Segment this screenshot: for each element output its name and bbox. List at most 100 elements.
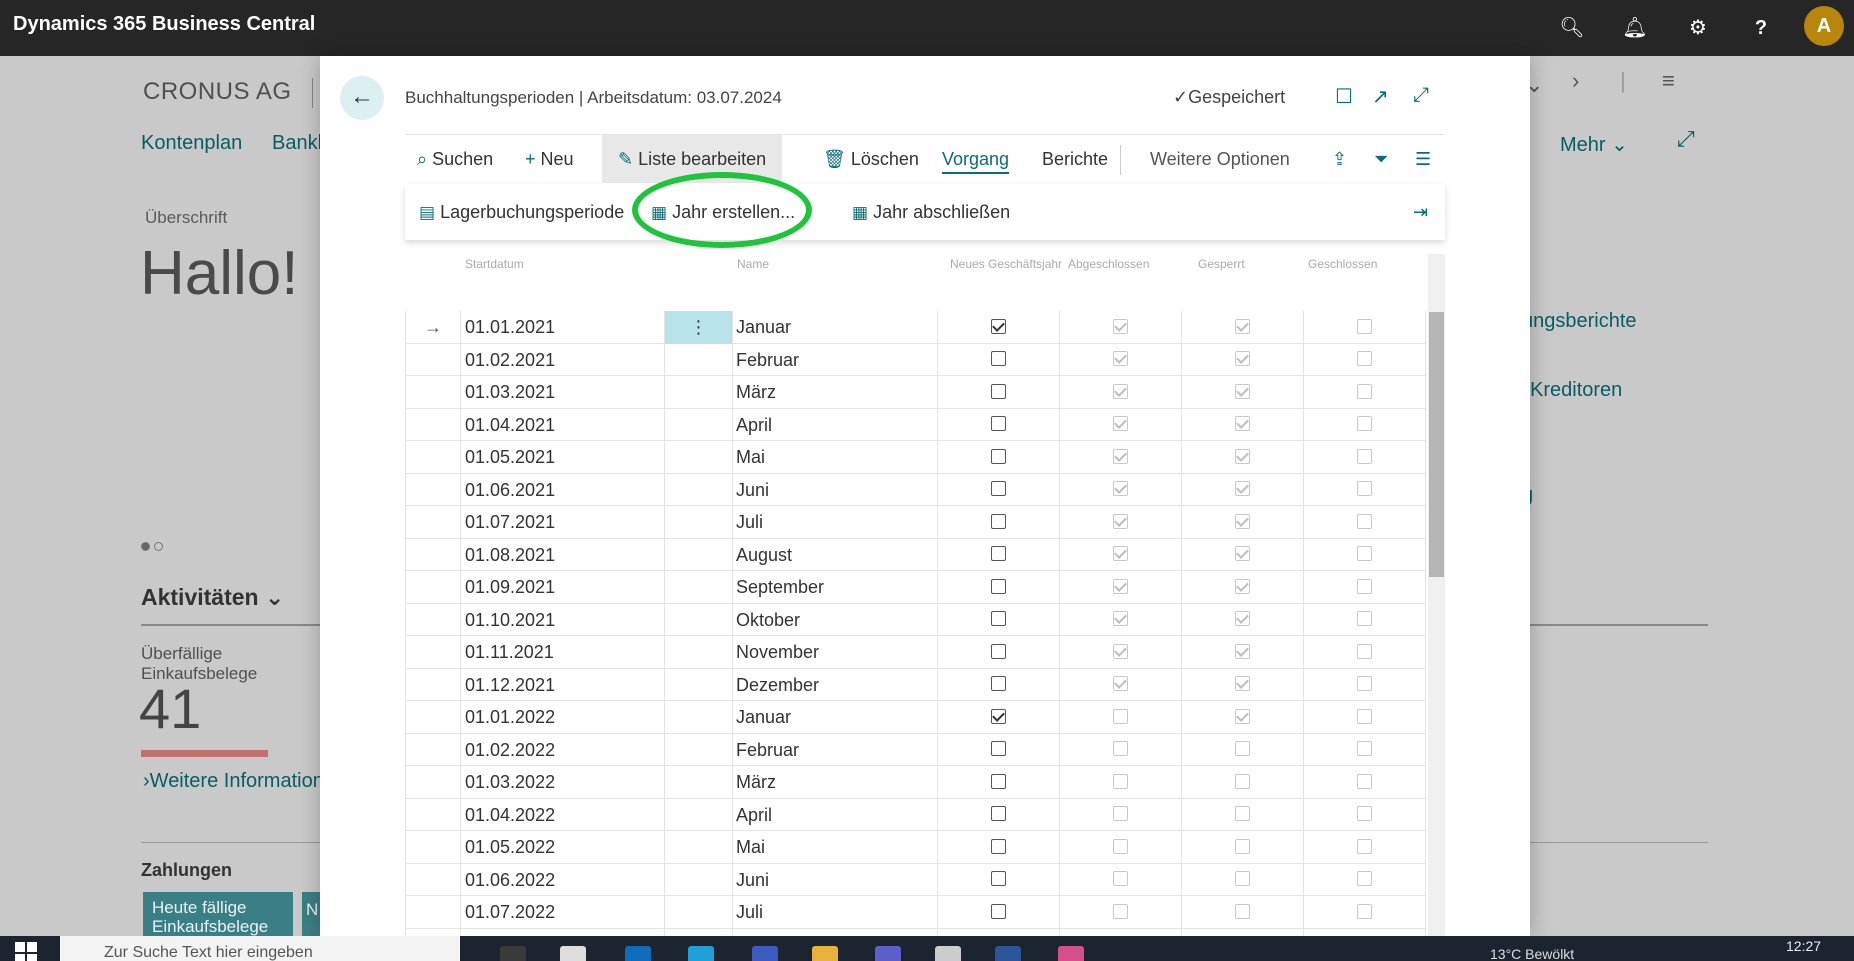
table-row[interactable]: 01.07.2022 Juli [405, 896, 1426, 929]
more-menu[interactable]: Mehr ⌄ [1560, 132, 1628, 157]
open-new-window-icon[interactable]: ↗ [1372, 84, 1389, 109]
row-actions-menu[interactable] [665, 343, 733, 376]
row-actions-menu[interactable] [665, 473, 733, 506]
system-clock[interactable]: 12:27 [1786, 938, 1821, 954]
row-actions-menu[interactable] [665, 896, 733, 929]
table-row[interactable]: 01.06.2022 Juni [405, 863, 1426, 896]
start-date-cell[interactable]: 01.11.2021 [461, 636, 665, 669]
table-row[interactable]: 01.10.2021 Oktober [405, 603, 1426, 636]
checkbox[interactable] [991, 513, 1006, 529]
name-cell[interactable]: November [733, 636, 938, 669]
create-year-button[interactable]: ▦ Jahr erstellen... [651, 184, 795, 240]
gear-icon[interactable]: ⚙ [1684, 14, 1712, 42]
tab-process[interactable]: Vorgang [942, 135, 1010, 183]
name-cell[interactable]: April [733, 408, 938, 441]
inventory-period-button[interactable]: ▤ Lagerbuchungsperiode [419, 184, 624, 240]
checkbox[interactable] [991, 448, 1006, 464]
payments-tile-2[interactable]: N [302, 892, 320, 936]
app-icon[interactable] [752, 946, 778, 961]
hamburger-menu-icon[interactable]: ≡ [1662, 68, 1675, 94]
task-view-icon[interactable] [500, 946, 526, 961]
avatar[interactable]: A [1804, 6, 1844, 46]
table-row[interactable]: 01.04.2022 April [405, 798, 1426, 831]
checkbox[interactable] [991, 546, 1006, 562]
name-cell[interactable]: Februar [733, 733, 938, 766]
name-cell[interactable]: März [733, 766, 938, 799]
col-date-locked[interactable]: Abgeschlossen [1068, 257, 1149, 271]
checkbox[interactable] [991, 643, 1006, 659]
col-new-fiscal-year[interactable]: Neues Geschäftsjahr [950, 257, 1062, 271]
name-cell[interactable]: September [733, 571, 938, 604]
table-row[interactable]: 01.01.2022 Januar [405, 701, 1426, 734]
name-cell[interactable]: August [733, 538, 938, 571]
more-options-button[interactable]: Weitere Optionen [1150, 135, 1290, 183]
name-cell[interactable]: März [733, 376, 938, 409]
checkbox[interactable] [991, 838, 1006, 854]
list-view-icon[interactable]: ☰ [1415, 135, 1431, 183]
checkbox[interactable] [991, 351, 1006, 367]
col-start-date[interactable]: Startdatum [465, 257, 524, 271]
checkbox[interactable] [991, 383, 1006, 399]
table-row[interactable]: 01.03.2021 März [405, 376, 1426, 409]
file-explorer-icon[interactable] [560, 946, 586, 961]
search-button[interactable]: ⌕ Suchen [417, 135, 493, 183]
row-actions-menu[interactable] [665, 863, 733, 896]
start-date-cell[interactable]: 01.12.2021 [461, 668, 665, 701]
activities-heading[interactable]: Aktivitäten ⌄ [141, 584, 284, 611]
table-row[interactable]: 01.06.2021 Juni [405, 473, 1426, 506]
taskbar-search-input[interactable]: Zur Suche Text hier eingeben [60, 936, 460, 961]
expand-icon[interactable]: ⤢ [1677, 126, 1695, 152]
row-actions-menu[interactable] [665, 376, 733, 409]
row-actions-menu[interactable] [665, 636, 733, 669]
bookmark-icon[interactable]: ☐ [1335, 84, 1353, 109]
pin-icon[interactable]: ⇥ [1413, 184, 1428, 240]
table-row[interactable]: 01.11.2021 November [405, 636, 1426, 669]
row-actions-menu[interactable] [665, 701, 733, 734]
teams-icon[interactable] [875, 946, 901, 961]
checkbox[interactable] [991, 611, 1006, 627]
row-actions-menu[interactable] [665, 733, 733, 766]
checkbox[interactable] [991, 676, 1006, 692]
start-date-cell[interactable]: 01.09.2021 [461, 571, 665, 604]
table-row[interactable]: 01.02.2021 Februar [405, 343, 1426, 376]
table-row[interactable]: 01.12.2021 Dezember [405, 668, 1426, 701]
tab-reports[interactable]: Berichte [1042, 135, 1108, 183]
payments-tile[interactable]: Heute fällige Einkaufsbelege [143, 892, 293, 936]
outlook-icon[interactable] [625, 946, 651, 961]
row-actions-menu[interactable]: ⋮ [665, 311, 733, 344]
start-date-cell[interactable]: 01.05.2021 [461, 441, 665, 474]
start-date-cell[interactable]: 01.10.2021 [461, 603, 665, 636]
back-button[interactable]: ← [340, 76, 384, 120]
name-cell[interactable]: April [733, 798, 938, 831]
edit-list-button[interactable]: ✎ Liste bearbeiten [602, 135, 783, 183]
row-actions-menu[interactable] [665, 668, 733, 701]
name-cell[interactable]: Juni [733, 473, 938, 506]
weather-widget[interactable]: 13°C Bewölkt [1490, 946, 1574, 961]
name-cell[interactable]: Mai [733, 831, 938, 864]
start-date-cell[interactable]: 01.06.2022 [461, 863, 665, 896]
start-date-cell[interactable]: 01.03.2022 [461, 766, 665, 799]
table-row[interactable]: 01.08.2021 August [405, 538, 1426, 571]
nav-link-chart-of-accounts[interactable]: Kontenplan [141, 132, 242, 155]
delete-button[interactable]: 🗑︎ Löschen [823, 135, 919, 183]
row-actions-menu[interactable] [665, 798, 733, 831]
start-date-cell[interactable]: 01.03.2021 [461, 376, 665, 409]
table-row[interactable]: 01.05.2022 Mai [405, 831, 1426, 864]
expand-icon[interactable]: ⤢ [1413, 84, 1429, 107]
search-icon[interactable]: 🔍︎ [1558, 14, 1586, 42]
col-locked[interactable]: Gesperrt [1198, 257, 1245, 271]
name-cell[interactable]: Februar [733, 343, 938, 376]
table-row[interactable]: 01.04.2021 April [405, 408, 1426, 441]
checkbox[interactable] [991, 741, 1006, 757]
more-info-link[interactable]: ›Weitere Informationen [143, 770, 321, 793]
row-actions-menu[interactable] [665, 831, 733, 864]
name-cell[interactable]: Januar [733, 311, 938, 344]
link-vendors[interactable]: Kreditoren [1530, 379, 1622, 402]
start-date-cell[interactable]: 01.08.2021 [461, 538, 665, 571]
start-date-cell[interactable]: 01.07.2021 [461, 506, 665, 539]
col-name[interactable]: Name [737, 257, 769, 271]
row-actions-menu[interactable] [665, 441, 733, 474]
row-actions-menu[interactable] [665, 408, 733, 441]
row-actions-menu[interactable] [665, 603, 733, 636]
close-year-button[interactable]: ▦ Jahr abschließen [852, 184, 1010, 240]
